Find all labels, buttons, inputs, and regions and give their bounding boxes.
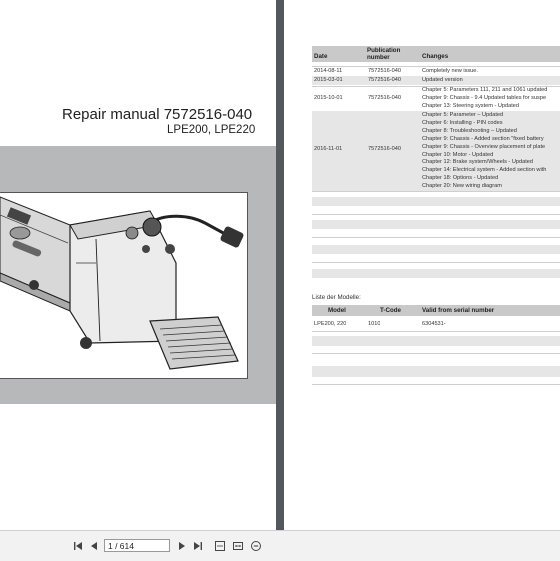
- cover-page: Repair manual 7572516-040 LPE200, LPE220: [0, 0, 276, 530]
- next-page-button[interactable]: [174, 538, 190, 554]
- row-changes: Chapter 5: Parameters 111, 211 and 1061 …: [422, 87, 560, 111]
- revision-page: Date Publication number Changes 2014-08-…: [284, 0, 560, 530]
- change-line: Chapter 6: Installing - PIN codes: [422, 119, 503, 126]
- row-changes: Completely new issue.: [422, 68, 560, 76]
- empty-row: [312, 366, 560, 377]
- change-line: Chapter 5: Parameter – Updated: [422, 112, 504, 118]
- previous-page-icon: [91, 542, 97, 550]
- fit-width-icon: [233, 542, 243, 550]
- row-separator: [312, 384, 560, 385]
- empty-row: [312, 197, 560, 206]
- row-date: 2016-11-01: [314, 146, 343, 152]
- change-line: Chapter 14: Electrical system - Added se…: [422, 167, 547, 174]
- change-line: Completely new issue.: [422, 68, 478, 74]
- row-date: 2015-10-01: [314, 95, 343, 101]
- change-line: Chapter 8: Troubleshooting – Updated: [422, 127, 517, 134]
- row-publication-number: 7572516-040: [368, 68, 401, 74]
- pallet-truck-illustration: [0, 196, 244, 370]
- header-tcode: T-Code: [380, 307, 401, 314]
- row-separator: [312, 66, 560, 67]
- next-page-icon: [179, 542, 185, 550]
- cover-subtitle: LPE200, LPE220: [167, 124, 256, 136]
- row-separator: [312, 237, 560, 238]
- page-number-input[interactable]: 1 / 614: [104, 539, 170, 552]
- models-caption: Liste der Modelle:: [312, 294, 361, 301]
- change-line: Chapter 12: Brake system/Wheels - Update…: [422, 159, 533, 166]
- row-publication-number: 7572516-040: [368, 95, 401, 101]
- row-changes: Updated version: [422, 77, 560, 85]
- change-line: Chapter 13: Steering system - Updated: [422, 102, 520, 109]
- header-publication-number: Publication number: [367, 47, 401, 61]
- zoom-out-icon: [251, 541, 261, 551]
- tcode-cell: 1010: [368, 321, 381, 327]
- fit-width-button[interactable]: [230, 538, 246, 554]
- header-date: Date: [314, 53, 328, 60]
- last-page-button[interactable]: [190, 538, 206, 554]
- first-page-icon: [74, 542, 82, 550]
- first-page-button[interactable]: [70, 538, 86, 554]
- change-line: Updated version: [422, 77, 463, 83]
- empty-row: [312, 336, 560, 346]
- change-line: Chapter 9: Chassis - Added section "fixe…: [422, 135, 544, 142]
- change-line: Chapter 10: Motor - Updated: [422, 151, 494, 158]
- pdf-viewer: Repair manual 7572516-040 LPE200, LPE220: [0, 0, 560, 561]
- row-separator: [312, 262, 560, 263]
- empty-row: [312, 245, 560, 254]
- row-separator: [312, 331, 560, 332]
- row-publication-number: 7572516-040: [368, 77, 401, 83]
- product-photo: [0, 192, 248, 379]
- row-changes: Chapter 5: Parameter – Updated Chapter 6…: [422, 112, 560, 191]
- previous-page-button[interactable]: [86, 538, 102, 554]
- row-separator: [312, 191, 560, 192]
- header-valid-from: Valid from serial number: [422, 307, 495, 314]
- change-line: Chapter 9: Chassis - Overview placement …: [422, 143, 546, 150]
- fit-page-button[interactable]: [212, 538, 228, 554]
- change-line: Chapter 5: Parameters 111, 211 and 1061 …: [422, 87, 548, 93]
- zoom-out-button[interactable]: [248, 538, 264, 554]
- change-line: Chapter 9: Chassis - 9.4 Updated tables …: [422, 94, 547, 101]
- row-date: 2014-08-11: [314, 68, 343, 74]
- change-line: Chapter 18: Options - Updated: [422, 175, 499, 182]
- model-cell: LPE200, 220: [314, 321, 347, 327]
- fit-page-icon: [215, 541, 225, 551]
- valid-from-cell: 6304531-: [422, 321, 446, 327]
- cover-title: Repair manual 7572516-040: [62, 106, 253, 123]
- last-page-icon: [194, 542, 202, 550]
- header-model: Model: [328, 307, 346, 314]
- change-line: Chapter 20: New wiring diagram: [422, 183, 502, 190]
- row-publication-number: 7572516-040: [368, 146, 401, 152]
- empty-row: [312, 269, 560, 278]
- viewer-toolbar: 1 / 614: [0, 530, 560, 561]
- row-separator: [312, 214, 560, 215]
- row-separator: [312, 353, 560, 354]
- empty-row: [312, 220, 560, 229]
- header-changes: Changes: [422, 53, 449, 60]
- row-date: 2015-03-01: [314, 77, 343, 83]
